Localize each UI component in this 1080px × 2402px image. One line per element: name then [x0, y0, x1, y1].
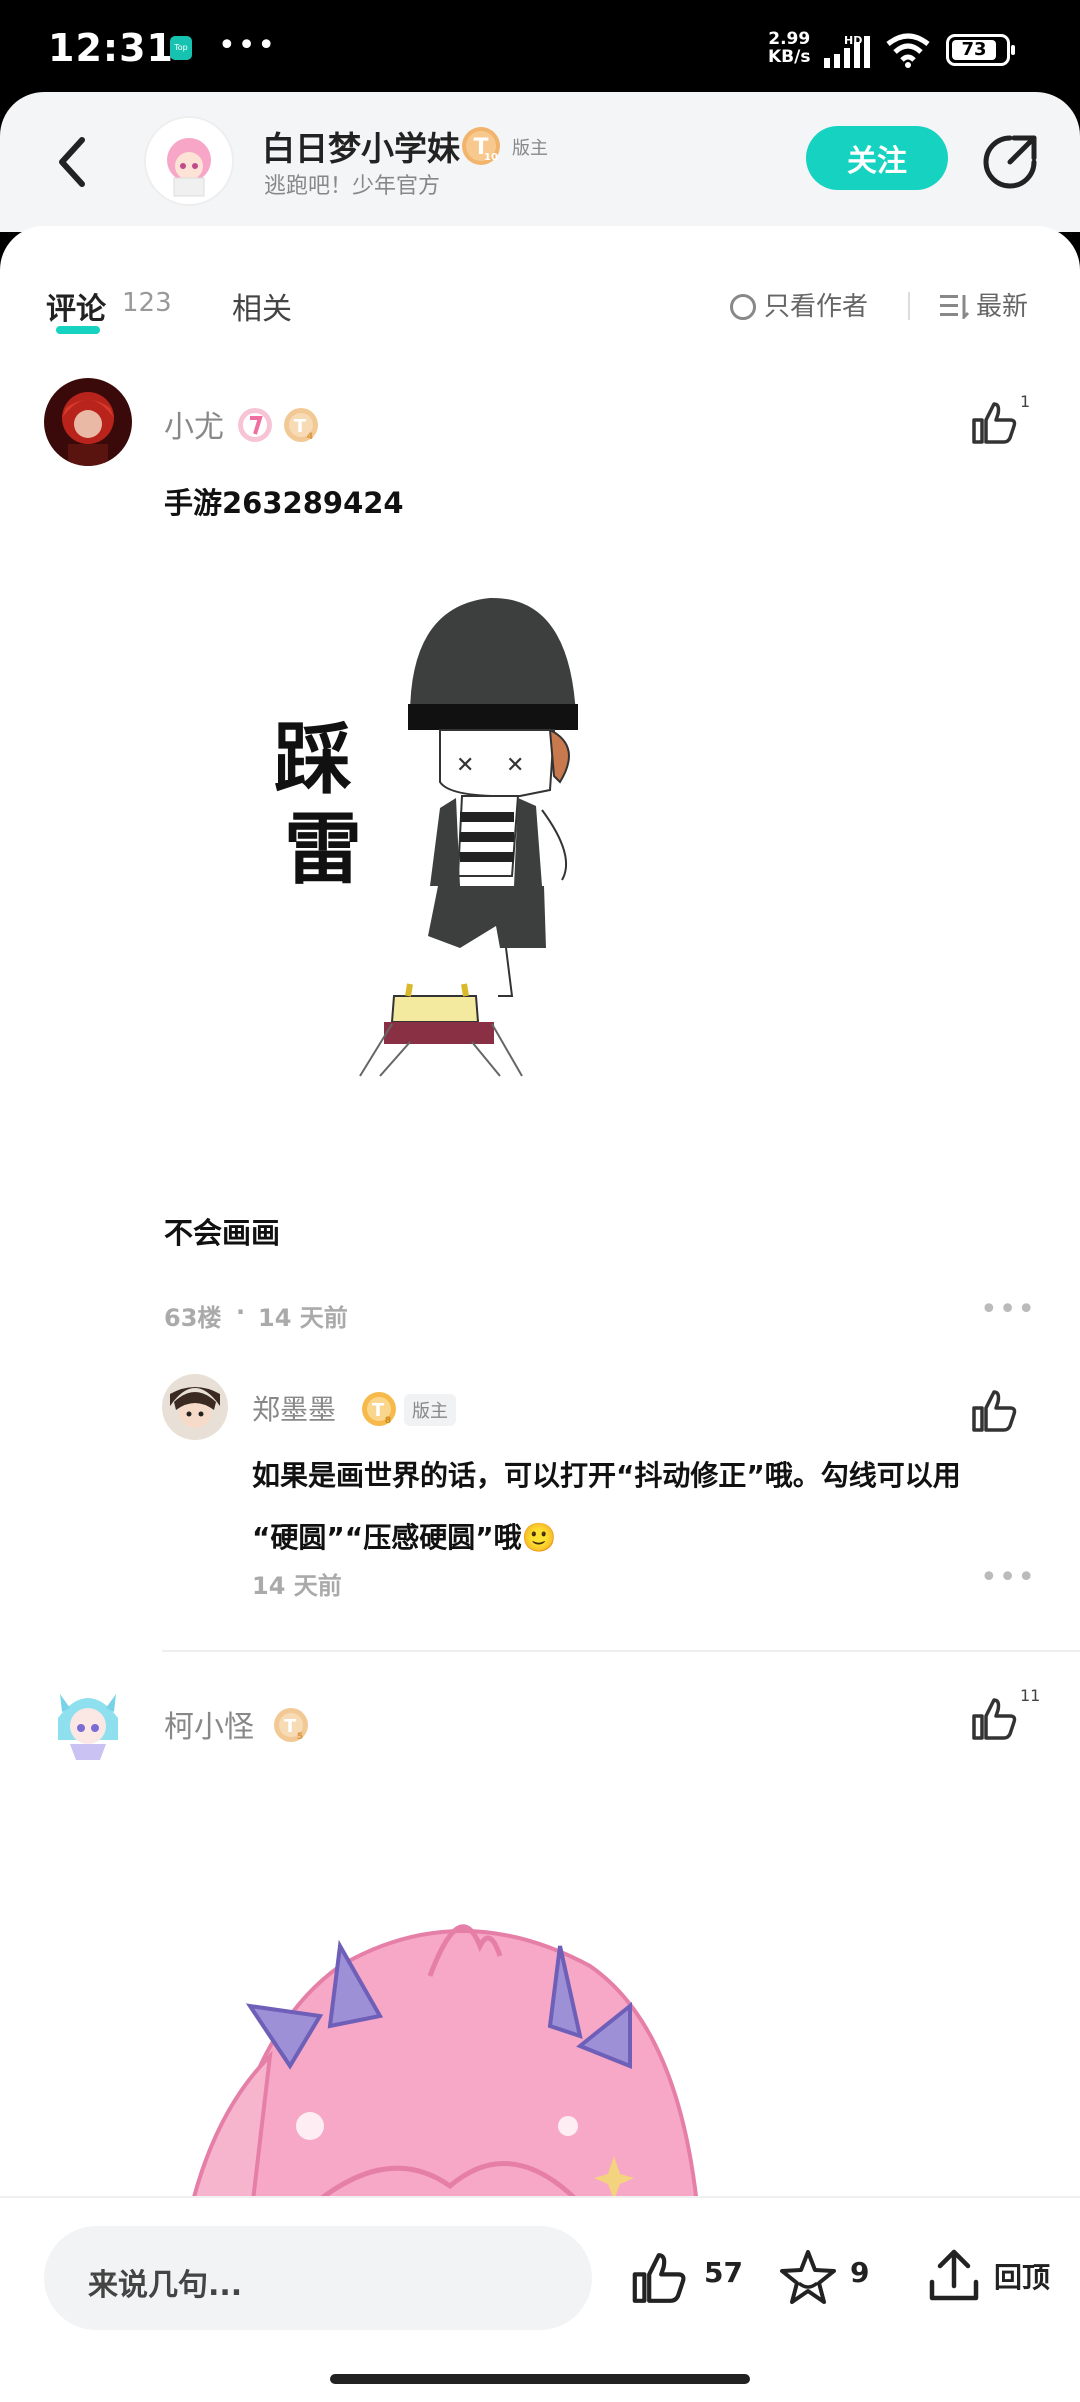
moderator-label: 版主: [512, 138, 548, 159]
commenter-name[interactable]: 小尤: [164, 402, 224, 446]
comment-image[interactable]: ✕ ✕ 踩 雷: [260, 576, 690, 1096]
like-icon[interactable]: [630, 2248, 690, 2308]
level-number: 8: [385, 1416, 391, 1426]
replier-avatar[interactable]: [162, 1374, 228, 1440]
more-options-icon[interactable]: •••: [980, 1560, 1036, 1595]
replier-name[interactable]: 郑墨墨: [252, 1388, 336, 1428]
commenter-name[interactable]: 柯小怪: [164, 1702, 254, 1746]
sort-toggle[interactable]: 最新: [940, 286, 1028, 323]
tab-related[interactable]: 相关: [232, 284, 292, 328]
battery-level: 73: [952, 40, 996, 60]
share-icon[interactable]: [980, 132, 1040, 192]
active-tab-indicator: [56, 326, 100, 334]
home-indicator[interactable]: [330, 2374, 750, 2384]
svg-text:T: T: [284, 1716, 297, 1737]
author-avatar[interactable]: [144, 116, 234, 206]
reply-text-line-2: “硬圆”“压感硬圆”哦🙂: [252, 1516, 557, 1556]
reply-text-content: “硬圆”“压感硬圆”哦: [252, 1521, 522, 1554]
only-author-label: 只看作者: [764, 292, 869, 322]
gender-badge-icon: [238, 408, 272, 442]
post-header: 白日梦小学妹 T 10 版主 逃跑吧！少年官方 关注: [0, 92, 1080, 232]
back-arrow-icon[interactable]: [52, 132, 92, 192]
comment-text: 手游263289424: [164, 486, 404, 520]
signal-icon: HD: [824, 34, 870, 68]
level-number: 5: [297, 1732, 303, 1742]
speed-unit: KB/s: [768, 47, 811, 67]
sort-label: 最新: [976, 292, 1029, 322]
meta-separator: ·: [236, 1298, 246, 1326]
level-badge-icon: T 4: [284, 408, 318, 442]
input-placeholder: 来说几句...: [88, 2268, 243, 2303]
level-badge-icon: T 10: [462, 127, 500, 165]
comment-section: 评论 123 相关 只看作者 最新 小尤 T 4 1 手游263289424 ✕…: [0, 226, 1080, 2400]
star-icon[interactable]: [776, 2246, 840, 2310]
svg-text:T: T: [294, 416, 307, 437]
smile-emoji-icon: 🙂: [521, 1521, 557, 1554]
commenter-avatar[interactable]: [44, 1678, 132, 1766]
comment-time: 14 天前: [258, 1304, 348, 1332]
divider: [908, 292, 910, 320]
comment-count: 123: [122, 288, 172, 318]
comment-divider: [162, 1650, 1080, 1652]
post-like-count: 57: [704, 2256, 743, 2289]
commenter-avatar[interactable]: [44, 378, 132, 466]
moderator-label: 版主: [404, 1394, 456, 1426]
sort-icon: [940, 295, 970, 321]
reply-text-line-1: 如果是画世界的话，可以打开“抖动修正”哦。勾线可以用: [252, 1459, 961, 1492]
like-icon[interactable]: [970, 1694, 1020, 1744]
like-icon[interactable]: [970, 398, 1020, 448]
drawing-text-1: 踩: [274, 715, 352, 805]
like-count: 11: [1020, 1686, 1041, 1705]
floor-number: 63楼: [164, 1304, 222, 1332]
like-icon[interactable]: [970, 1386, 1020, 1436]
svg-text:✕: ✕: [456, 753, 474, 778]
reply-time: 14 天前: [252, 1572, 342, 1600]
follow-button[interactable]: 关注: [806, 126, 948, 190]
speed-value: 2.99: [768, 29, 811, 49]
comment-tabs: 评论 123 相关 只看作者 最新: [0, 266, 1080, 346]
post-star-count: 9: [850, 2256, 870, 2289]
app-notification-icon: Top: [170, 36, 192, 60]
drawing-text-2: 雷: [284, 805, 362, 895]
svg-text:T: T: [372, 1400, 385, 1421]
comment-input[interactable]: 来说几句...: [44, 2226, 592, 2330]
status-time: 12:31: [48, 26, 174, 70]
bottom-action-bar: 来说几句... 57 9 回顶: [0, 2196, 1080, 2402]
more-options-icon[interactable]: •••: [980, 1292, 1036, 1327]
svg-text:✕: ✕: [506, 753, 524, 778]
radio-icon: [730, 294, 756, 320]
back-to-top-label[interactable]: 回顶: [994, 2256, 1050, 2296]
wifi-icon: [886, 33, 930, 68]
status-bar: 12:31 Top ••• 2.99 KB/s HD 73: [0, 0, 1080, 100]
level-badge-icon: T 8: [362, 1392, 396, 1426]
more-notifications-icon: •••: [218, 28, 278, 63]
level-badge-icon: T 5: [274, 1708, 308, 1742]
battery-icon: 73: [946, 34, 1015, 66]
level-number: 10: [484, 152, 498, 163]
level-number: 4: [307, 432, 313, 442]
author-subtitle: 逃跑吧！少年官方: [264, 174, 441, 199]
back-to-top-icon[interactable]: [924, 2246, 984, 2306]
like-count: 1: [1020, 392, 1031, 411]
network-speed: 2.99 KB/s: [768, 30, 810, 66]
author-name[interactable]: 白日梦小学妹: [262, 122, 460, 170]
only-author-toggle[interactable]: 只看作者: [730, 286, 868, 323]
tab-comments[interactable]: 评论: [46, 284, 106, 328]
image-caption: 不会画画: [164, 1216, 281, 1250]
